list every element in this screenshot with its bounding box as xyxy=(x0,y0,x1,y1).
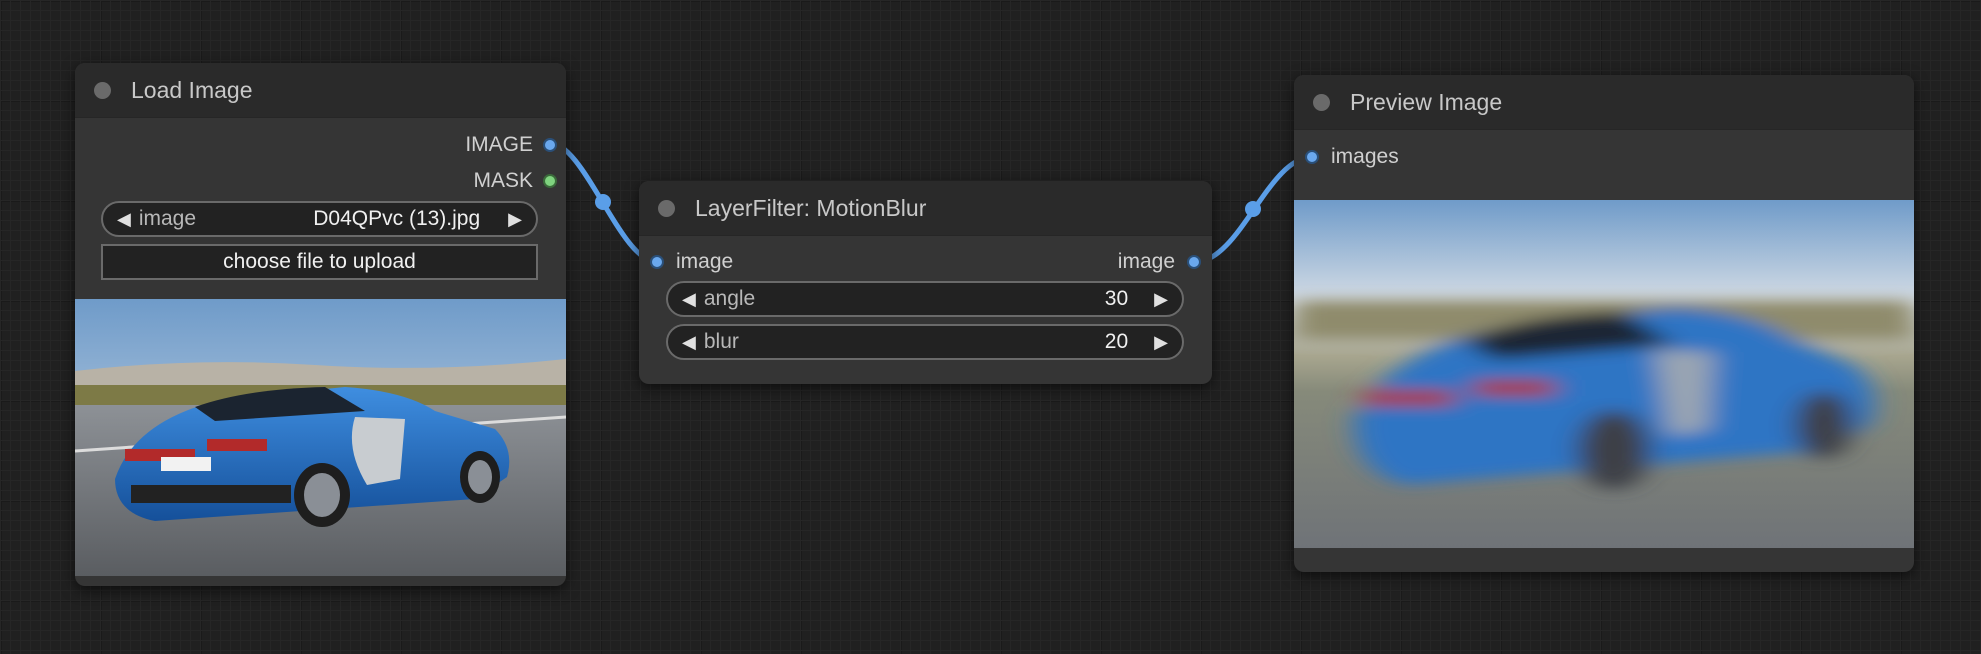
output-label: image xyxy=(1117,250,1175,273)
widget-label: angle xyxy=(703,287,756,310)
triangle-left-icon[interactable]: ◀ xyxy=(117,209,131,230)
node-header[interactable]: Load Image xyxy=(75,63,566,118)
widget-label: blur xyxy=(703,330,739,353)
input-label: images xyxy=(1331,145,1399,168)
node-status-dot-icon[interactable] xyxy=(94,81,111,99)
node-title: Preview Image xyxy=(1350,88,1503,115)
output-label: IMAGE xyxy=(465,133,533,156)
output-image-slot-icon[interactable] xyxy=(1187,255,1201,269)
input-image-preview xyxy=(75,299,566,576)
node-status-dot-icon[interactable] xyxy=(1313,93,1330,111)
load-image-node[interactable]: Load Image IMAGE MASK ◀ image D04QPvc (1… xyxy=(75,63,566,586)
upload-button[interactable]: choose file to upload xyxy=(101,244,538,280)
output-image-preview xyxy=(1294,200,1914,548)
output-mask-slot-icon[interactable] xyxy=(543,174,557,188)
link-midpoint-handle[interactable] xyxy=(595,194,611,210)
input-image-slot-icon[interactable] xyxy=(650,255,664,269)
input-label: image xyxy=(676,250,734,273)
triangle-left-icon[interactable]: ◀ xyxy=(682,332,696,353)
widget-label: image xyxy=(138,207,197,230)
blurred-car-photo xyxy=(1294,200,1914,548)
input-images-row: images xyxy=(1305,142,1399,172)
node-status-dot-icon[interactable] xyxy=(658,199,675,217)
output-label: MASK xyxy=(473,169,533,192)
image-combo-widget[interactable]: ◀ image D04QPvc (13).jpg ▶ xyxy=(101,201,538,237)
node-header[interactable]: Preview Image xyxy=(1294,75,1914,130)
triangle-right-icon[interactable]: ▶ xyxy=(508,209,522,230)
node-title: Load Image xyxy=(131,76,253,103)
motion-blur-node[interactable]: LayerFilter: MotionBlur image image ◀ an… xyxy=(639,181,1212,384)
output-mask-row: MASK xyxy=(473,166,557,196)
node-header[interactable]: LayerFilter: MotionBlur xyxy=(639,181,1212,236)
triangle-right-icon[interactable]: ▶ xyxy=(1154,332,1168,353)
car-photo xyxy=(75,299,566,576)
link-midpoint-handle[interactable] xyxy=(1245,201,1261,217)
widget-value: 20 xyxy=(1104,330,1129,353)
preview-image-node[interactable]: Preview Image images xyxy=(1294,75,1914,572)
widget-value: 30 xyxy=(1104,287,1129,310)
output-image-slot-icon[interactable] xyxy=(543,138,557,152)
angle-number-widget[interactable]: ◀ angle 30 ▶ xyxy=(666,281,1184,317)
widget-value: D04QPvc (13).jpg xyxy=(313,207,481,230)
triangle-left-icon[interactable]: ◀ xyxy=(682,289,696,310)
triangle-right-icon[interactable]: ▶ xyxy=(1154,289,1168,310)
node-title: LayerFilter: MotionBlur xyxy=(695,194,927,221)
blur-number-widget[interactable]: ◀ blur 20 ▶ xyxy=(666,324,1184,360)
input-image-row: image xyxy=(650,247,733,277)
output-image-row: image xyxy=(1118,247,1201,277)
output-image-row: IMAGE xyxy=(465,130,557,160)
input-images-slot-icon[interactable] xyxy=(1305,150,1319,164)
